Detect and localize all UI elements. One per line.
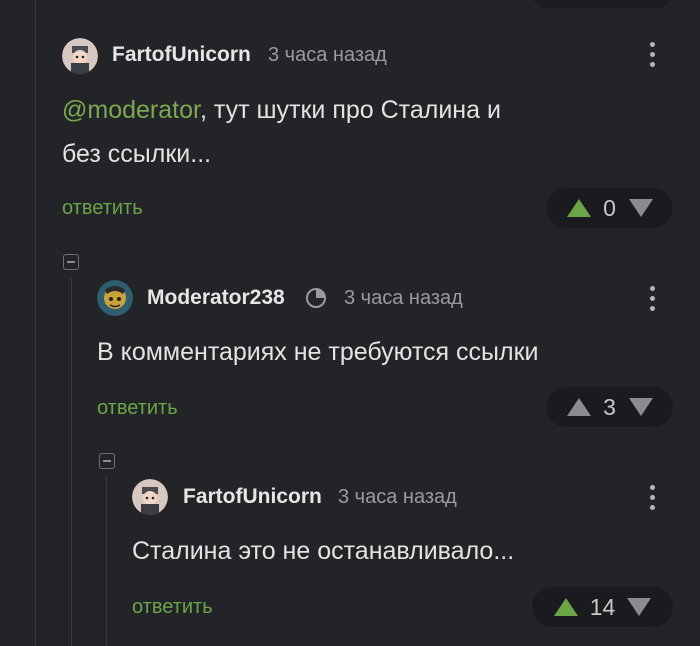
- reply-button[interactable]: ответить: [62, 197, 143, 220]
- comment-text: @moderator, тут шутки про Сталина и без …: [62, 96, 501, 168]
- collapse-thread-icon[interactable]: [99, 453, 115, 469]
- comment-time: 3 часа назад: [344, 287, 463, 309]
- downvote-arrow-icon[interactable]: [628, 199, 653, 217]
- downvote-arrow-icon[interactable]: [628, 398, 653, 416]
- thread-line: [71, 278, 72, 646]
- collapse-thread-icon[interactable]: [63, 254, 79, 270]
- comment-username[interactable]: FartofUnicorn: [183, 485, 322, 509]
- upvote-arrow-icon[interactable]: [566, 199, 591, 217]
- reply-button[interactable]: ответить: [97, 397, 178, 420]
- moderator-badge-icon: [306, 288, 326, 308]
- downvote-arrow-icon[interactable]: [627, 598, 652, 616]
- vote-score: 3: [603, 393, 616, 420]
- thread-line: [106, 476, 107, 646]
- upvote-arrow-icon[interactable]: [553, 598, 578, 616]
- thread-line: [35, 0, 36, 646]
- vote-score: 0: [603, 194, 616, 221]
- kebab-menu-icon[interactable]: [643, 481, 663, 515]
- vote-score: 14: [589, 593, 616, 620]
- comment-username[interactable]: FartofUnicorn: [112, 43, 251, 67]
- vote-box: 0: [546, 188, 673, 228]
- vote-box: 3: [546, 387, 673, 427]
- kebab-menu-icon[interactable]: [643, 38, 663, 72]
- avatar-unicorn-icon[interactable]: [132, 479, 168, 515]
- previous-vote-box: [532, 0, 672, 8]
- reply-button[interactable]: ответить: [132, 596, 213, 619]
- comment-time: 3 часа назад: [338, 486, 457, 508]
- comment-text: В комментариях не требуются ссылки: [97, 338, 539, 366]
- upvote-arrow-icon[interactable]: [566, 398, 591, 416]
- vote-box: 14: [532, 587, 673, 627]
- comment-username[interactable]: Moderator238: [147, 286, 285, 310]
- kebab-menu-icon[interactable]: [643, 282, 663, 316]
- avatar-moderator-icon[interactable]: [97, 280, 133, 316]
- mention-link[interactable]: @moderator: [62, 96, 200, 124]
- comment-time: 3 часа назад: [268, 44, 387, 66]
- avatar-unicorn-icon[interactable]: [62, 38, 98, 74]
- comment-text: Сталина это не останавливало...: [132, 537, 515, 565]
